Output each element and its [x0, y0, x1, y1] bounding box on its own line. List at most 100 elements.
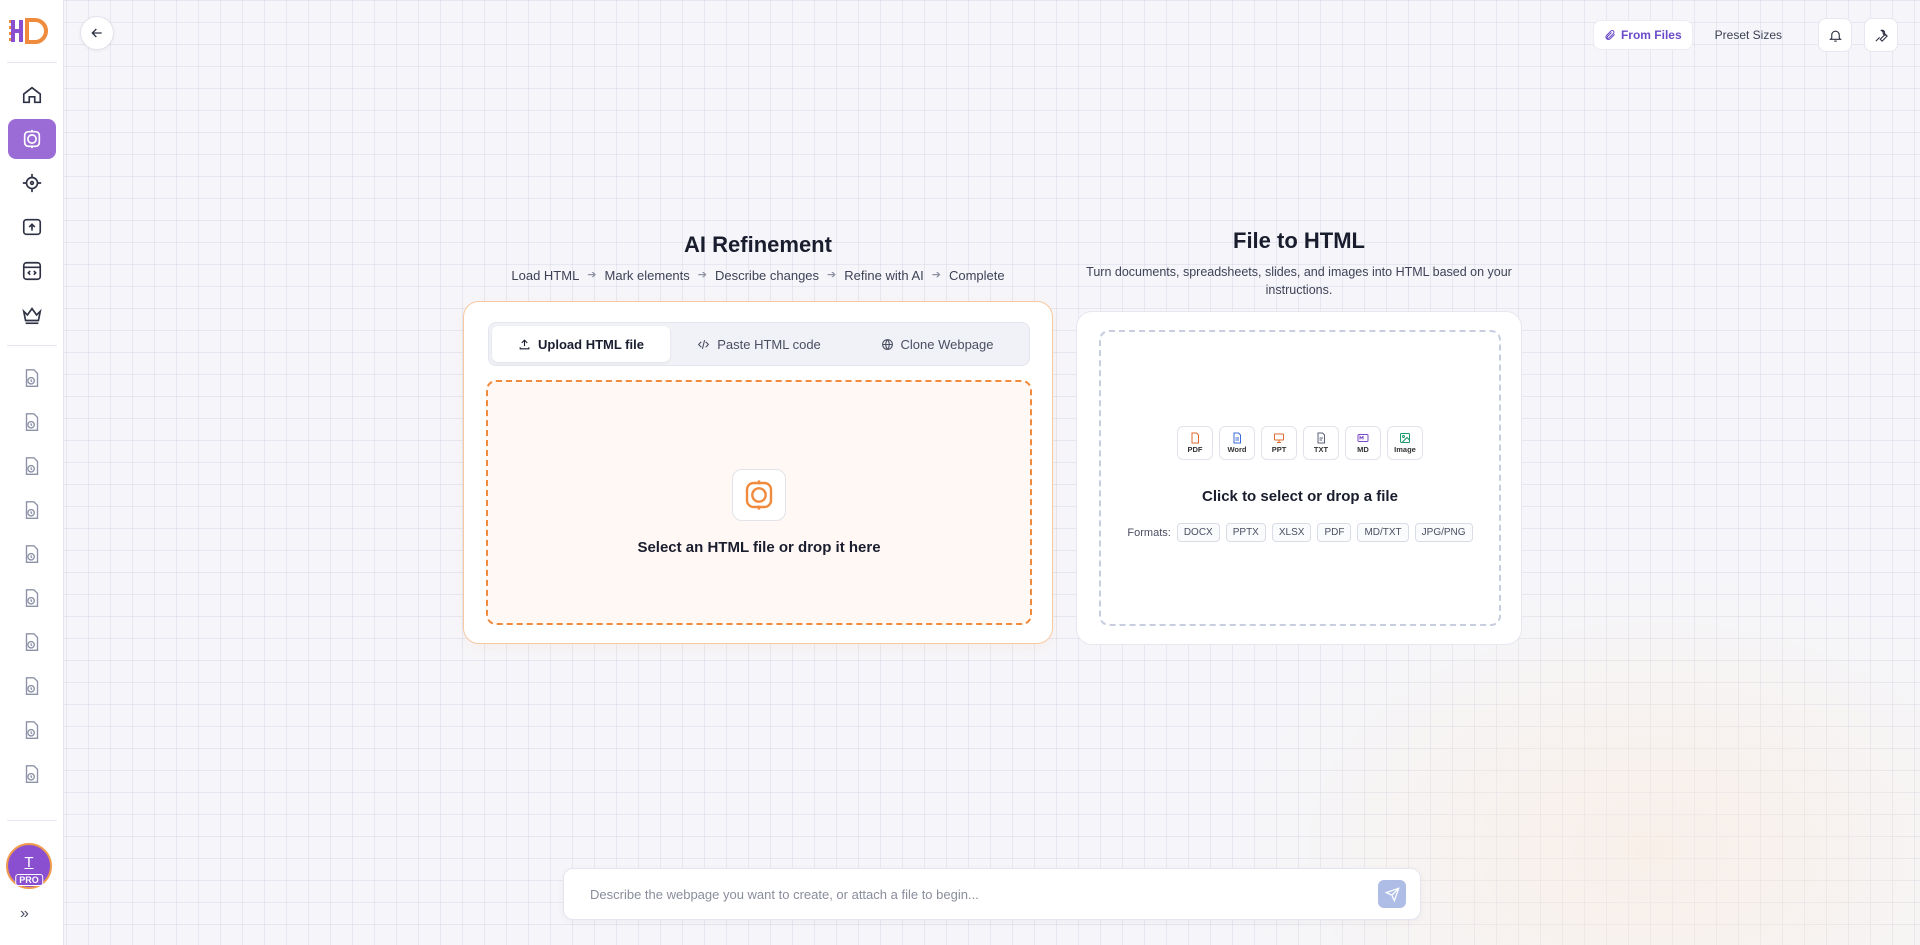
- step-label: Load HTML: [511, 268, 580, 283]
- code-icon: [698, 339, 710, 349]
- history-item[interactable]: [8, 358, 56, 398]
- file-to-html-subtitle: Turn documents, spreadsheets, slides, an…: [1086, 265, 1512, 297]
- arrow-right-icon: ➔: [587, 269, 597, 281]
- icon-label: MD: [1357, 445, 1369, 454]
- sidebar-target[interactable]: [8, 163, 56, 203]
- back-button[interactable]: [80, 16, 114, 50]
- history-file-icon: [25, 677, 38, 695]
- prompt-bar: [563, 868, 1421, 920]
- code-window-icon: [22, 261, 41, 281]
- tab-label: Upload HTML file: [538, 336, 644, 352]
- history-file-icon: [25, 457, 38, 475]
- upload-icon: [22, 218, 41, 236]
- format-chip: DOCX: [1176, 523, 1220, 542]
- file-to-html-title: File to HTML: [1233, 228, 1365, 253]
- sidebar-divider: [7, 820, 57, 821]
- format-chip: XLSX: [1271, 523, 1312, 542]
- refine-title: AI Refinement: [684, 232, 832, 257]
- history-file-icon: [25, 501, 38, 519]
- formats-row: Formats: DOCX PPTX XLSX PDF MD/TXT JPG/P…: [1127, 523, 1473, 542]
- tab-label: Clone Webpage: [900, 336, 994, 352]
- tab-paste-code[interactable]: Paste HTML code: [670, 326, 848, 362]
- format-chip: MD/TXT: [1357, 523, 1409, 542]
- format-chip: PPTX: [1225, 523, 1266, 542]
- home-icon: [22, 86, 41, 104]
- user-avatar[interactable]: T PRO: [6, 843, 52, 889]
- pdf-icon: PDF: [1177, 426, 1213, 460]
- html-drop-zone[interactable]: Select an HTML file or drop it here: [486, 380, 1032, 625]
- sidebar-home[interactable]: [8, 75, 56, 115]
- sidebar-divider: [6, 62, 57, 63]
- step-label: Describe changes: [714, 268, 820, 283]
- formats-label: Formats:: [1127, 526, 1171, 539]
- icon-label: TXT: [1313, 445, 1329, 454]
- tab-upload-html[interactable]: Upload HTML file: [492, 326, 670, 362]
- refine-steps: Load HTML ➔ Mark elements ➔ Describe cha…: [464, 268, 1052, 283]
- avatar-initial: T: [24, 854, 34, 871]
- sidebar-crown[interactable]: [8, 295, 56, 335]
- preset-sizes-button[interactable]: Preset Sizes: [1705, 20, 1792, 50]
- arrow-right-icon: ➔: [697, 269, 707, 281]
- from-files-button[interactable]: From Files: [1592, 20, 1693, 50]
- refine-tabs: Upload HTML file Paste HTML code Clone W…: [488, 322, 1030, 366]
- history-file-icon: [25, 589, 38, 607]
- file-drop-text: Click to select or drop a file: [1202, 488, 1398, 505]
- tab-label: Paste HTML code: [717, 336, 821, 352]
- wrench-icon: [1874, 29, 1888, 42]
- history-file-icon: [25, 721, 38, 739]
- history-item[interactable]: [8, 710, 56, 750]
- format-icons: PDF Word PPT TXT MD Image: [1177, 426, 1423, 460]
- sidebar-refine[interactable]: [7, 119, 56, 159]
- arrow-left-icon: [91, 28, 102, 38]
- sidebar-divider: [6, 345, 57, 346]
- send-icon: [1384, 886, 1400, 902]
- word-icon: Word: [1219, 426, 1255, 460]
- icon-label: Word: [1227, 445, 1247, 454]
- step-label: Complete: [948, 268, 1005, 283]
- globe-icon: [881, 338, 893, 350]
- sidebar: T PRO »: [0, 0, 64, 945]
- file-drop-zone[interactable]: PDF Word PPT TXT MD Image Click to selec…: [1099, 330, 1501, 626]
- app-logo[interactable]: [8, 14, 56, 48]
- icon-label: Image: [1394, 445, 1416, 454]
- txt-icon: TXT: [1303, 426, 1339, 460]
- history-item[interactable]: [8, 578, 56, 618]
- format-chip: PDF: [1317, 523, 1352, 542]
- from-files-label: From Files: [1620, 28, 1682, 42]
- arrow-right-icon: ➔: [931, 269, 941, 281]
- history-file-icon: [25, 369, 38, 387]
- history-file-icon: [25, 545, 38, 563]
- history-item[interactable]: [8, 446, 56, 486]
- history-item[interactable]: [8, 754, 56, 794]
- avatar: T PRO: [6, 843, 52, 889]
- drop-text: Select an HTML file or drop it here: [637, 539, 881, 556]
- refine-logo-icon: [732, 469, 786, 521]
- history-item[interactable]: [8, 622, 56, 662]
- refine-card: Upload HTML file Paste HTML code Clone W…: [463, 301, 1053, 644]
- expand-sidebar-icon[interactable]: »: [20, 905, 29, 923]
- history-file-icon: [25, 633, 38, 651]
- history-item[interactable]: [8, 534, 56, 574]
- image-icon: Image: [1387, 426, 1423, 460]
- top-actions: From Files Preset Sizes: [1592, 18, 1898, 52]
- crosshair-icon: [22, 173, 41, 193]
- history-item[interactable]: [8, 666, 56, 706]
- settings-button[interactable]: [1864, 18, 1898, 52]
- history-item[interactable]: [8, 402, 56, 442]
- file-to-html-card: PDF Word PPT TXT MD Image Click to selec…: [1076, 311, 1522, 645]
- step-label: Refine with AI: [844, 268, 924, 283]
- preset-sizes-label: Preset Sizes: [1714, 28, 1782, 42]
- arrow-right-icon: ➔: [827, 269, 837, 281]
- notifications-button[interactable]: [1818, 18, 1852, 52]
- history-file-icon: [25, 765, 38, 783]
- prompt-input[interactable]: [590, 886, 1378, 902]
- refine-icon: [23, 129, 40, 149]
- tab-clone-webpage[interactable]: Clone Webpage: [848, 326, 1026, 362]
- sidebar-code[interactable]: [8, 251, 56, 291]
- history-item[interactable]: [8, 490, 56, 530]
- paperclip-icon: [1605, 30, 1615, 40]
- send-button[interactable]: [1378, 880, 1406, 908]
- pro-badge: PRO: [15, 874, 43, 886]
- sidebar-upload[interactable]: [8, 207, 56, 247]
- history-file-icon: [25, 413, 38, 431]
